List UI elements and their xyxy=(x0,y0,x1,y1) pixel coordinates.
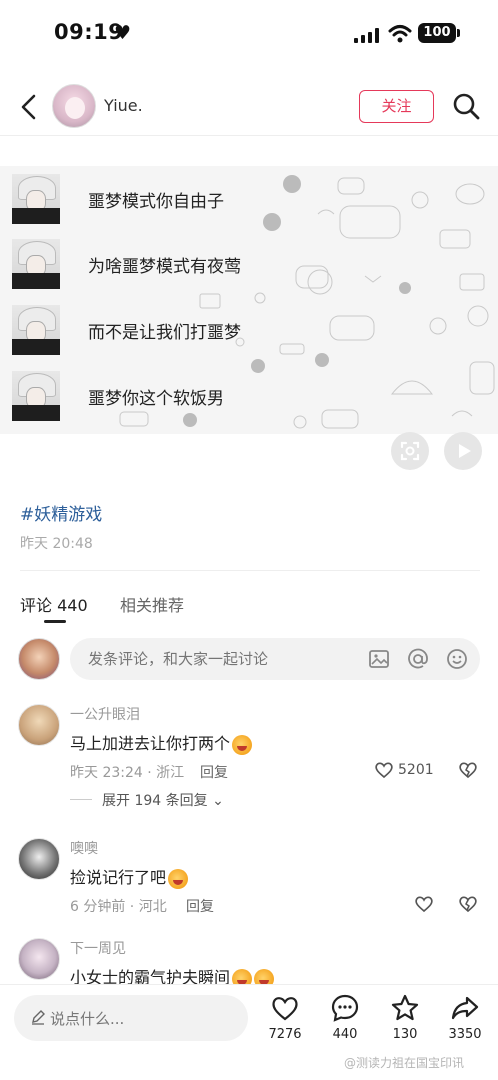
image-play-button[interactable] xyxy=(444,432,482,470)
pencil-icon xyxy=(32,1010,45,1025)
emoji-icon[interactable] xyxy=(446,648,468,670)
dislike-icon[interactable] xyxy=(458,760,478,780)
comment-item: 一公升眼泪 马上加进去让你打两个 昨天 23:24 · 浙江 回复 5201 xyxy=(18,704,480,784)
expand-replies-label: 展开 194 条回复 ⌄ xyxy=(102,790,224,810)
author-username[interactable]: Yiue. xyxy=(104,96,143,115)
my-avatar[interactable] xyxy=(18,638,60,680)
chat-text: 为啥噩梦模式有夜莺 xyxy=(88,257,241,277)
back-button[interactable] xyxy=(16,92,42,122)
comment-text-body: 捡说记行了吧 xyxy=(70,868,167,887)
like-icon[interactable] xyxy=(374,760,394,780)
comment-count: 440 xyxy=(332,1027,358,1042)
chat-text: 噩梦你这个软饭男 xyxy=(88,389,224,409)
comment-text-body: 马上加进去让你打两个 xyxy=(70,734,231,753)
like-count: 7276 xyxy=(268,1027,302,1042)
chat-avatar xyxy=(12,174,60,224)
mention-icon[interactable] xyxy=(407,648,429,670)
laughing-emoji-icon xyxy=(168,868,189,889)
tab-comments[interactable]: 评论 440 xyxy=(20,592,88,616)
divider xyxy=(20,570,480,571)
expand-replies-button[interactable]: 展开 194 条回复 ⌄ xyxy=(70,790,270,810)
share-button[interactable]: 3350 xyxy=(435,993,495,1053)
chat-message: 而不是让我们打噩梦 xyxy=(12,305,492,357)
comment-meta: 6 分钟前 · 河北 xyxy=(70,899,167,915)
expand-divider xyxy=(70,799,92,800)
commenter-avatar[interactable] xyxy=(18,838,60,880)
image-picker-icon[interactable] xyxy=(368,648,390,670)
commenter-name[interactable]: 下一周见 xyxy=(70,938,126,958)
comment-text: 捡说记行了吧 xyxy=(70,864,189,889)
scan-icon xyxy=(400,441,420,461)
chat-avatar xyxy=(12,305,60,355)
post-header: Yiue. 关注 xyxy=(0,78,498,136)
commenter-name[interactable]: 噢噢 xyxy=(70,838,98,858)
post-hashtag[interactable]: #妖精游戏 xyxy=(20,500,102,525)
signal-icon xyxy=(354,28,379,43)
play-icon xyxy=(459,444,471,458)
reply-button[interactable]: 回复 xyxy=(186,896,214,916)
follow-button[interactable]: 关注 xyxy=(359,90,434,123)
bottom-comment-input[interactable]: 说点什么... xyxy=(14,995,248,1041)
comment-bubble-icon xyxy=(331,994,359,1022)
expand-replies-text: 展开 194 条回复 xyxy=(102,793,208,809)
share-arrow-icon xyxy=(451,996,479,1020)
commenter-name[interactable]: 一公升眼泪 xyxy=(70,704,140,724)
comment-button[interactable]: 440 xyxy=(315,993,375,1053)
dislike-icon[interactable] xyxy=(458,894,478,914)
watermark: @测读力祖在国宝印讯 xyxy=(344,1056,465,1070)
bottom-input-placeholder: 说点什么... xyxy=(50,1010,125,1028)
chat-avatar xyxy=(12,371,60,421)
comment-text: 马上加进去让你打两个 xyxy=(70,730,253,755)
chevron-down-icon: ⌄ xyxy=(212,793,224,809)
like-count: 5201 xyxy=(398,762,434,778)
post-image[interactable]: 噩梦模式你自由子 为啥噩梦模式有夜莺 而不是让我们打噩梦 噩梦你这个软饭男 xyxy=(0,166,498,434)
commenter-avatar[interactable] xyxy=(18,704,60,746)
chat-text: 而不是让我们打噩梦 xyxy=(88,323,241,343)
comment-item: 下一周见 小女士的霸气护夫瞬间 xyxy=(18,938,480,989)
like-button[interactable]: 7276 xyxy=(255,993,315,1053)
favorite-count: 130 xyxy=(392,1027,418,1042)
tab-related[interactable]: 相关推荐 xyxy=(120,592,184,616)
chat-message: 噩梦模式你自由子 xyxy=(12,174,492,226)
comment-meta: 昨天 23:24 · 浙江 xyxy=(70,765,185,781)
post-timestamp: 昨天 20:48 xyxy=(20,536,93,552)
status-time: 09:19 xyxy=(54,20,124,44)
reply-button[interactable]: 回复 xyxy=(200,762,228,782)
chat-avatar xyxy=(12,239,60,289)
chat-message: 为啥噩梦模式有夜莺 xyxy=(12,239,492,291)
wifi-icon xyxy=(388,25,412,43)
comment-input-row xyxy=(18,636,480,682)
comment-item: 噢噢 捡说记行了吧 6 分钟前 · 河北 回复 xyxy=(18,838,480,918)
heart-icon xyxy=(272,997,298,1021)
active-tab-indicator xyxy=(44,620,66,623)
favorite-button[interactable]: 130 xyxy=(375,993,435,1053)
search-icon[interactable] xyxy=(452,92,480,120)
status-bar: 09:19 ♥ 100 xyxy=(0,0,498,64)
image-scan-button[interactable] xyxy=(391,432,429,470)
commenter-avatar[interactable] xyxy=(18,938,60,980)
star-icon xyxy=(391,994,419,1021)
battery-indicator: 100 xyxy=(418,23,460,43)
heart-status-icon: ♥ xyxy=(114,22,132,44)
chat-message: 噩梦你这个软饭男 xyxy=(12,371,492,423)
like-icon[interactable] xyxy=(414,894,434,914)
author-avatar[interactable] xyxy=(52,84,96,128)
chat-text: 噩梦模式你自由子 xyxy=(88,192,224,212)
laughing-emoji-icon xyxy=(232,734,253,755)
share-count: 3350 xyxy=(448,1027,482,1042)
